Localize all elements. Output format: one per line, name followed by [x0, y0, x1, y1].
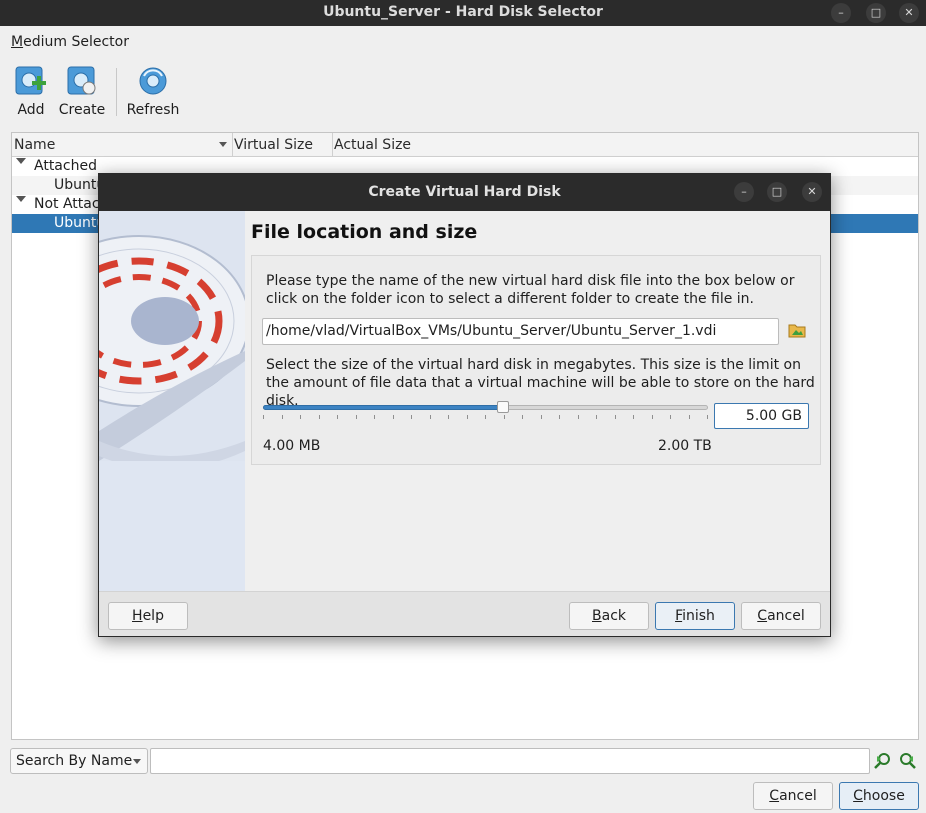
slider-tick [300, 415, 301, 419]
back-button[interactable]: Back [569, 602, 649, 630]
slider-tick [485, 415, 486, 419]
expand-arrow-icon [16, 158, 26, 164]
column-actual-size[interactable]: Actual Size [334, 137, 411, 153]
help-button[interactable]: Help [108, 602, 188, 630]
slider-tick [467, 415, 468, 419]
slider-tick [541, 415, 542, 419]
add-label: Add [17, 102, 45, 118]
search-backward-icon[interactable] [874, 752, 892, 770]
dialog-close-button[interactable]: ✕ [802, 182, 822, 202]
column-name[interactable]: Name [14, 137, 55, 153]
file-path-value: /home/vlad/VirtualBox_VMs/Ubuntu_Server/… [266, 323, 717, 339]
search-input[interactable] [150, 748, 870, 774]
wizard-hard-disk-illustration [99, 211, 245, 591]
slider-tick [282, 415, 283, 419]
add-disk-icon [14, 64, 48, 98]
search-bar: Search By Name [10, 748, 920, 776]
choose-button[interactable]: Choose [839, 782, 919, 810]
dialog-cancel-button[interactable]: Cancel [741, 602, 821, 630]
close-button[interactable]: ✕ [899, 3, 919, 23]
search-mode-select[interactable]: Search By Name [10, 748, 148, 774]
slider-tick [670, 415, 671, 419]
folder-icon[interactable] [788, 322, 806, 338]
slider-tick [559, 415, 560, 419]
window-titlebar: Ubuntu_Server - Hard Disk Selector – □ ✕ [0, 0, 926, 26]
location-description: Please type the name of the new virtual … [266, 273, 795, 307]
slider-tick [319, 415, 320, 419]
refresh-button[interactable]: Refresh [125, 64, 181, 118]
file-location-panel: Please type the name of the new virtual … [251, 255, 821, 465]
refresh-icon [136, 64, 170, 98]
size-slider[interactable] [263, 401, 708, 423]
toolbar-separator [116, 68, 117, 116]
maximize-button[interactable]: □ [866, 3, 886, 23]
dialog-maximize-button[interactable]: □ [767, 182, 787, 202]
dialog-minimize-button[interactable]: – [734, 182, 754, 202]
sort-indicator-icon [219, 142, 227, 147]
refresh-label: Refresh [126, 102, 180, 118]
dialog-heading: File location and size [251, 221, 478, 243]
minimize-button[interactable]: – [831, 3, 851, 23]
search-mode-label: Search By Name [16, 753, 133, 769]
slider-tick [263, 415, 264, 419]
max-size-label: 2.00 TB [658, 438, 712, 454]
slider-tick [374, 415, 375, 419]
group-label: Attached [34, 158, 97, 174]
tree-header: Name Virtual Size Actual Size [12, 133, 918, 157]
slider-tick [430, 415, 431, 419]
slider-tick [578, 415, 579, 419]
slider-tick [596, 415, 597, 419]
slider-handle[interactable] [497, 401, 509, 413]
group-label: Not Attac [34, 196, 100, 212]
slider-tick [652, 415, 653, 419]
column-virtual-size[interactable]: Virtual Size [234, 137, 313, 153]
dialog-title: Create Virtual Hard Disk [368, 184, 561, 200]
file-path-input[interactable]: /home/vlad/VirtualBox_VMs/Ubuntu_Server/… [262, 318, 779, 345]
slider-tick [615, 415, 616, 419]
search-forward-icon[interactable] [898, 752, 916, 770]
column-divider [332, 133, 333, 156]
create-label: Create [58, 102, 106, 118]
slider-tick [448, 415, 449, 419]
expand-arrow-icon [16, 196, 26, 202]
min-size-label: 4.00 MB [263, 438, 321, 454]
column-divider [232, 133, 233, 156]
toolbar: Add Create Refresh [0, 58, 926, 124]
finish-button[interactable]: Finish [655, 602, 735, 630]
add-button[interactable]: Add [12, 64, 50, 118]
create-disk-icon [65, 64, 99, 98]
slider-tick [356, 415, 357, 419]
slider-fill [263, 405, 503, 410]
size-input[interactable]: 5.00 GB [714, 403, 809, 429]
window-title: Ubuntu_Server - Hard Disk Selector [323, 4, 603, 20]
menu-medium-selector[interactable]: Medium Selector [11, 34, 129, 50]
dialog-titlebar: Create Virtual Hard Disk – □ ✕ [99, 174, 830, 211]
dialog-footer: Help Back Finish Cancel [99, 591, 830, 636]
slider-tick [633, 415, 634, 419]
slider-tick [504, 415, 505, 419]
slider-tick [707, 415, 708, 419]
slider-tick [393, 415, 394, 419]
menubar: Medium Selector [0, 26, 926, 56]
slider-tick [522, 415, 523, 419]
chevron-down-icon [133, 759, 141, 764]
slider-tick [411, 415, 412, 419]
cancel-button[interactable]: Cancel [753, 782, 833, 810]
create-button[interactable]: Create [58, 64, 106, 118]
create-disk-dialog: Create Virtual Hard Disk – □ ✕ File loca… [98, 173, 831, 637]
slider-tick [337, 415, 338, 419]
slider-tick [689, 415, 690, 419]
